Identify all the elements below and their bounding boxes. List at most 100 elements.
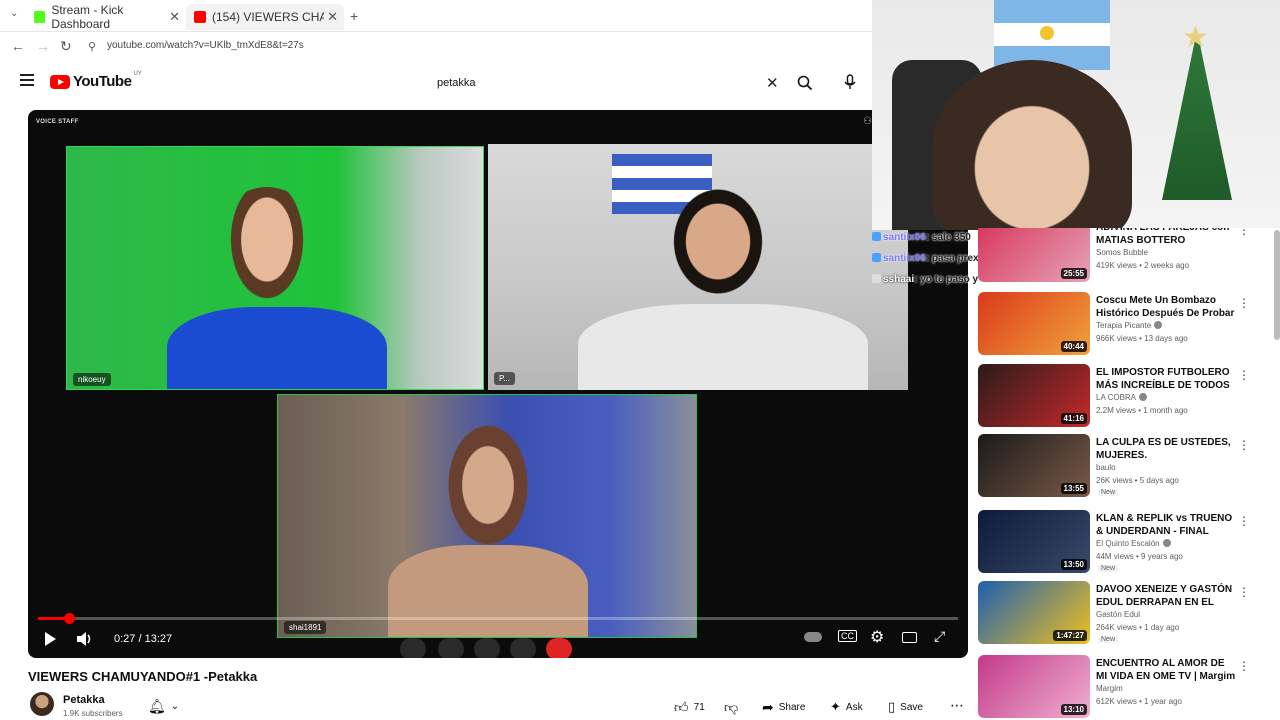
recommendation-channel[interactable]: LA COBRA	[1096, 393, 1148, 402]
bookmark-icon: ▯	[888, 699, 896, 714]
dislike-button[interactable]: 👎︎	[724, 699, 738, 716]
recommendation-title[interactable]: ENCUENTRO AL AMOR DE MI VIDA EN OME TV |…	[1096, 657, 1236, 683]
new-tab-icon[interactable]: +	[350, 8, 358, 24]
video-thumbnail[interactable]: 40:44	[978, 292, 1090, 355]
back-icon[interactable]: ←	[11, 38, 25, 54]
recommendation-meta: 44M views • 9 years ago	[1096, 552, 1183, 561]
progress-bar[interactable]	[38, 613, 958, 624]
chat-user: santiix06	[883, 232, 926, 243]
recommendation-channel[interactable]: Somos Bubble	[1096, 248, 1148, 257]
streamer-head	[932, 60, 1132, 230]
more-actions-icon[interactable]: ⋯	[950, 697, 964, 714]
recommendation-title[interactable]: ADIVINA LAS PAREJAS con MATIAS BOTTERO	[1096, 228, 1236, 247]
participant-tile-1: nikoeuy	[66, 146, 484, 390]
ask-button[interactable]: ✦ Ask	[830, 699, 863, 715]
tab-label: Stream - Kick Dashboard	[51, 3, 124, 31]
recommendation-item[interactable]: 1:47:27 DAVOO XENEIZE Y GASTÓN EDUL DERRA…	[978, 581, 1268, 647]
tab-close-icon[interactable]: ✕	[327, 9, 338, 25]
recommendation-item[interactable]: 25:55 ADIVINA LAS PAREJAS con MATIAS BOTT…	[978, 228, 1268, 285]
channel-label: LA COBRA	[1096, 393, 1137, 402]
recommendation-channel[interactable]: Gastón Edul	[1096, 610, 1140, 619]
participant-body	[578, 304, 868, 390]
video-thumbnail[interactable]: 13:50	[978, 510, 1090, 573]
members-icon: ⚇	[863, 116, 872, 127]
notifications-button[interactable]: 🔔︎ ⌄	[148, 698, 179, 715]
fullscreen-icon[interactable]: ⤢	[934, 628, 945, 645]
video-player[interactable]: VOICE STAFF ⚇ nikoeuy P... shai1891 0:27…	[28, 110, 968, 658]
forward-icon[interactable]: →	[36, 38, 50, 54]
autoplay-toggle[interactable]	[804, 632, 822, 642]
youtube-logo[interactable]: YouTube UY	[50, 71, 142, 90]
volume-icon[interactable]	[76, 631, 94, 647]
site-info-icon[interactable]: ⚲	[88, 40, 96, 53]
channel-name[interactable]: Petakka	[63, 694, 105, 706]
more-options-icon[interactable]: ⋮	[1238, 659, 1250, 673]
microphone-icon[interactable]	[844, 74, 856, 90]
recommendation-channel[interactable]: Margim	[1096, 684, 1123, 693]
tab-kick-dashboard[interactable]: Stream - Kick Dashboard ✕	[26, 3, 186, 31]
video-thumbnail[interactable]: 41:16	[978, 364, 1090, 427]
recommendation-channel[interactable]: Terapia Picante	[1096, 321, 1163, 330]
more-options-icon[interactable]: ⋮	[1238, 296, 1250, 310]
more-options-icon[interactable]: ⋮	[1238, 585, 1250, 599]
video-duration: 13:55	[1060, 483, 1087, 494]
menu-icon[interactable]	[20, 74, 34, 86]
recommendation-meta: 2.2M views • 1 month ago	[1096, 406, 1188, 415]
save-button[interactable]: ▯ Save	[888, 699, 923, 715]
recommendation-item[interactable]: 13:55 LA CULPA ES DE USTEDES, MUJERES. bau…	[978, 434, 1268, 500]
channel-avatar[interactable]	[30, 692, 54, 716]
share-label: Share	[778, 702, 806, 713]
share-button[interactable]: ➦ Share	[762, 699, 805, 716]
like-button[interactable]: 👍︎ 71	[674, 699, 705, 716]
recommendation-channel[interactable]: El Quinto Escalón	[1096, 539, 1171, 548]
search-input[interactable]: petakka	[428, 70, 788, 96]
recommendation-title[interactable]: KLAN & REPLIK vs TRUENO & UNDERDANN - FI…	[1096, 512, 1236, 538]
recommendation-item[interactable]: 13:50 KLAN & REPLIK vs TRUENO & UNDERDANN…	[978, 510, 1268, 576]
more-options-icon[interactable]: ⋮	[1238, 368, 1250, 382]
tab-list-chevron-icon[interactable]: ⌄	[10, 8, 18, 19]
more-options-icon[interactable]: ⋮	[1238, 438, 1250, 452]
video-thumbnail[interactable]: 13:10	[978, 655, 1090, 718]
channel-label: Gastón Edul	[1096, 610, 1141, 619]
channel-label: baulo	[1096, 463, 1116, 472]
recommendation-title[interactable]: Coscu Mete Un Bombazo Histórico Después …	[1096, 294, 1236, 320]
browser-tab-bar: ⌄ Stream - Kick Dashboard ✕ (154) VIEWER…	[0, 0, 872, 32]
scrollbar-thumb[interactable]	[1274, 230, 1280, 340]
new-badge: New	[1098, 565, 1119, 572]
channel-label: Somos Bubble	[1096, 248, 1149, 257]
settings-gear-icon[interactable]: ⚙	[870, 627, 884, 647]
reload-icon[interactable]: ↻	[60, 38, 72, 55]
recommendation-item[interactable]: 13:10 ENCUENTRO AL AMOR DE MI VIDA EN OME…	[978, 655, 1268, 720]
search-icon[interactable]	[797, 75, 813, 91]
recommendation-item[interactable]: 41:16 EL IMPOSTOR FUTBOLERO MÁS INCREÍBLE…	[978, 364, 1268, 430]
recommendation-channel[interactable]: baulo	[1096, 463, 1116, 472]
captions-icon[interactable]: CC	[838, 630, 857, 642]
theater-mode-icon[interactable]	[902, 632, 917, 643]
video-thumbnail[interactable]: 13:55	[978, 434, 1090, 497]
like-count: 71	[693, 702, 705, 713]
scrubber-handle[interactable]	[64, 613, 76, 624]
recommendation-meta: 419K views • 2 weeks ago	[1096, 261, 1190, 270]
recommendation-title[interactable]: DAVOO XENEIZE Y GASTÓN EDUL DERRAPAN EN …	[1096, 583, 1236, 609]
tab-youtube-video[interactable]: (154) VIEWERS CHAMUYANDO ✕	[186, 4, 344, 30]
recommendation-item[interactable]: 40:44 Coscu Mete Un Bombazo Histórico Des…	[978, 292, 1268, 358]
url-field[interactable]: youtube.com/watch?v=UKlb_tmXdE8&t=27s	[107, 40, 304, 51]
chat-badge-icon	[872, 274, 881, 283]
clear-search-icon[interactable]: ✕	[766, 74, 779, 92]
recommendation-title[interactable]: LA CULPA ES DE USTEDES, MUJERES.	[1096, 436, 1236, 462]
play-icon[interactable]	[42, 631, 58, 647]
more-options-icon[interactable]: ⋮	[1238, 514, 1250, 528]
chevron-down-icon: ⌄	[170, 701, 180, 712]
recommendation-title[interactable]: EL IMPOSTOR FUTBOLERO MÁS INCREÍBLE DE T…	[1096, 366, 1236, 392]
recommendation-meta: 26K views • 5 days ago	[1096, 476, 1179, 485]
video-thumbnail[interactable]: 25:55	[978, 228, 1090, 282]
participant-name: shai1891	[284, 621, 327, 634]
participant-avatar	[648, 174, 788, 324]
video-thumbnail[interactable]: 1:47:27	[978, 581, 1090, 644]
youtube-logo-word: YouTube	[73, 73, 132, 90]
youtube-header: YouTube UY petakka ✕	[0, 60, 872, 106]
tab-close-icon[interactable]: ✕	[169, 9, 180, 25]
more-options-icon[interactable]: ⋮	[1238, 228, 1250, 237]
verified-icon	[1139, 393, 1148, 401]
channel-label: Margim	[1096, 684, 1123, 693]
